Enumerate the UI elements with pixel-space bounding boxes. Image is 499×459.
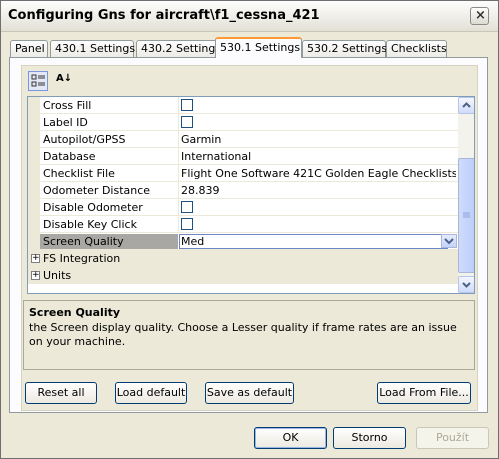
screen-quality-combo[interactable]: Med bbox=[179, 234, 448, 249]
property-row-odometer-distance[interactable]: Odometer Distance 28.839 bbox=[28, 182, 458, 199]
property-name: Autopilot/GPSS bbox=[43, 133, 126, 146]
close-button[interactable]: × bbox=[470, 7, 489, 25]
chevron-up-icon bbox=[462, 102, 471, 108]
property-name: Disable Key Click bbox=[43, 218, 137, 231]
row-gutter bbox=[28, 114, 40, 131]
categorized-icon bbox=[31, 74, 45, 87]
category-name: Units bbox=[43, 269, 72, 282]
column-separator bbox=[178, 97, 179, 114]
row-gutter bbox=[28, 165, 40, 182]
categorized-button[interactable] bbox=[28, 71, 48, 91]
apply-button[interactable]: Použít bbox=[416, 427, 489, 449]
scroll-down-button[interactable] bbox=[458, 276, 474, 293]
expand-icon[interactable]: + bbox=[31, 271, 40, 280]
property-row-screen-quality[interactable]: Screen Quality Med bbox=[28, 233, 458, 250]
disable-key-click-checkbox[interactable] bbox=[181, 218, 193, 230]
alphabetical-button[interactable]: A↓ bbox=[54, 71, 74, 91]
property-row-database[interactable]: Database International bbox=[28, 148, 458, 165]
chevron-down-icon bbox=[462, 282, 471, 288]
close-icon: × bbox=[475, 8, 486, 23]
help-pane: Screen Quality the Screen display qualit… bbox=[23, 300, 475, 370]
grip-icon bbox=[463, 212, 470, 218]
help-title: Screen Quality bbox=[29, 306, 121, 319]
tab-430-2-settings[interactable]: 430.2 Settings bbox=[136, 40, 221, 57]
load-default-button[interactable]: Load default bbox=[115, 382, 187, 404]
property-value[interactable]: Garmin bbox=[181, 132, 456, 147]
help-description: the Screen display quality. Choose a Les… bbox=[29, 321, 457, 348]
property-row-autopilot[interactable]: Autopilot/GPSS Garmin bbox=[28, 131, 458, 148]
property-name: Disable Odometer bbox=[43, 201, 143, 214]
tab-checklists[interactable]: Checklists bbox=[386, 40, 447, 57]
reset-all-button[interactable]: Reset all bbox=[25, 382, 97, 404]
property-name: Cross Fill bbox=[43, 99, 92, 112]
property-row-disable-odometer[interactable]: Disable Odometer bbox=[28, 199, 458, 216]
category-fs-integration[interactable]: + FS Integration bbox=[28, 250, 458, 267]
row-gutter bbox=[28, 199, 40, 216]
vertical-scrollbar[interactable] bbox=[458, 97, 474, 293]
scroll-thumb[interactable] bbox=[458, 158, 474, 273]
storno-button[interactable]: Storno bbox=[333, 427, 406, 449]
column-separator bbox=[178, 114, 179, 131]
row-gutter bbox=[28, 148, 40, 165]
tab-530-1-settings[interactable]: 530.1 Settings bbox=[215, 37, 302, 58]
expand-icon[interactable]: + bbox=[31, 254, 40, 263]
property-row-checklist-file[interactable]: Checklist File Flight One Software 421C … bbox=[28, 165, 458, 182]
column-separator bbox=[178, 148, 179, 165]
column-separator bbox=[178, 182, 179, 199]
property-row-cross-fill[interactable]: Cross Fill bbox=[28, 97, 458, 114]
label-id-checkbox[interactable] bbox=[181, 116, 193, 128]
tab-panel-label[interactable]: Panel bbox=[10, 40, 48, 57]
scroll-up-button[interactable] bbox=[458, 97, 474, 114]
row-gutter bbox=[28, 233, 40, 250]
property-name: Label ID bbox=[43, 116, 88, 129]
property-row-disable-key-click[interactable]: Disable Key Click bbox=[28, 216, 458, 233]
property-row-label-id[interactable]: Label ID bbox=[28, 114, 458, 131]
tab-430-1-settings[interactable]: 430.1 Settings bbox=[50, 40, 135, 57]
cross-fill-checkbox[interactable] bbox=[181, 99, 193, 111]
property-name: Screen Quality bbox=[40, 234, 178, 249]
window-title: Configuring Gns for aircraft\f1_cessna_4… bbox=[8, 8, 320, 23]
column-separator bbox=[178, 131, 179, 148]
property-value[interactable]: 28.839 bbox=[181, 183, 456, 198]
load-from-file-button[interactable]: Load From File... bbox=[377, 382, 471, 404]
property-value[interactable]: International bbox=[181, 149, 456, 164]
property-name: Database bbox=[43, 150, 96, 163]
row-gutter bbox=[28, 131, 40, 148]
tab-530-2-settings[interactable]: 530.2 Settings bbox=[302, 40, 387, 57]
property-value[interactable]: Flight One Software 421C Golden Eagle Ch… bbox=[181, 166, 456, 181]
ok-button[interactable]: OK bbox=[254, 427, 327, 449]
combo-dropdown-button[interactable] bbox=[441, 234, 457, 248]
category-units[interactable]: + Units bbox=[28, 267, 458, 284]
column-separator bbox=[178, 199, 179, 216]
row-gutter bbox=[28, 182, 40, 199]
property-grid: Cross Fill Label ID Autopilot/GPSS Garmi… bbox=[27, 96, 475, 294]
column-separator bbox=[178, 165, 179, 182]
chevron-down-icon bbox=[444, 238, 454, 245]
save-as-default-button[interactable]: Save as default bbox=[205, 382, 294, 404]
row-gutter bbox=[28, 97, 40, 114]
category-name: FS Integration bbox=[43, 252, 121, 265]
property-name: Checklist File bbox=[43, 167, 115, 180]
alphabetical-sort-icon: A↓ bbox=[56, 73, 73, 84]
property-name: Odometer Distance bbox=[43, 184, 151, 197]
disable-odometer-checkbox[interactable] bbox=[181, 201, 193, 213]
column-separator bbox=[178, 216, 179, 233]
row-gutter bbox=[28, 216, 40, 233]
title-bar: Configuring Gns for aircraft\f1_cessna_4… bbox=[1, 1, 498, 32]
